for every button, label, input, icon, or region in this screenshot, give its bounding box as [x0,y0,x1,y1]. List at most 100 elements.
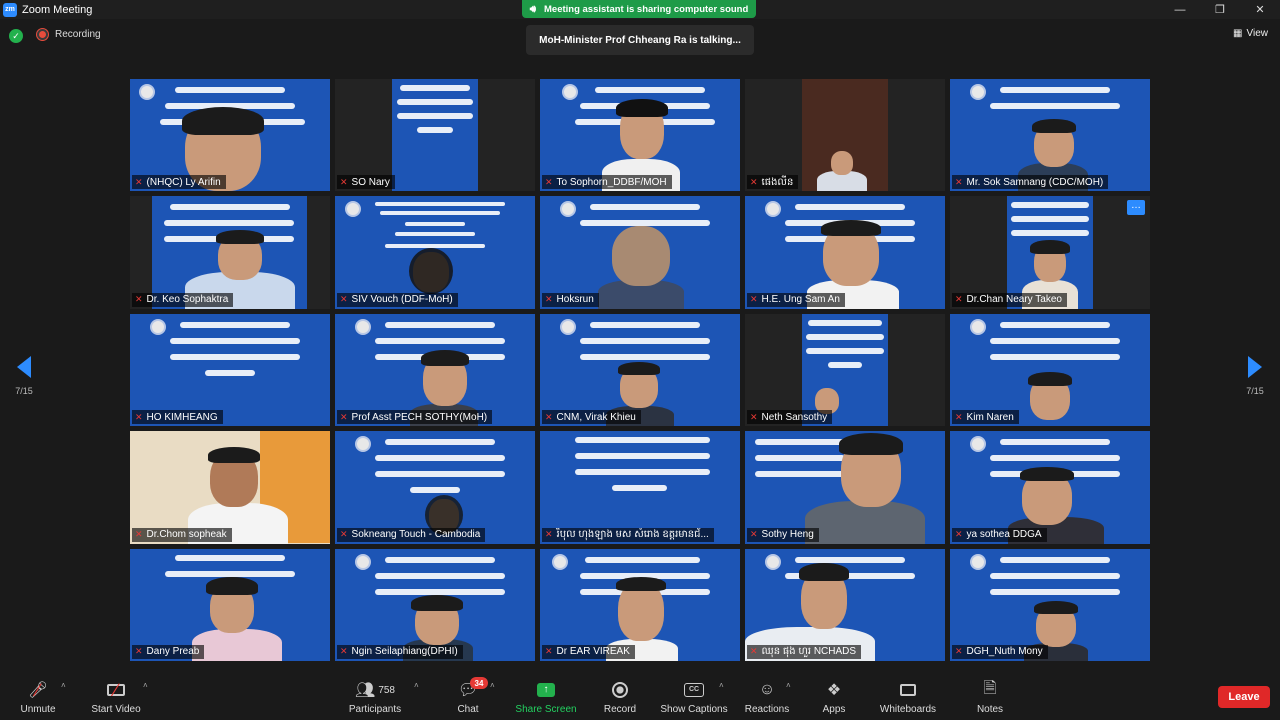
recording-indicator[interactable]: Recording [37,29,101,40]
video-tile[interactable]: ✕ Prof Asst PECH SOTHY(MoH) [335,313,535,427]
video-tile[interactable]: … ✕ Dr.Chan Neary Takeo [950,196,1150,309]
video-tile[interactable]: ✕ To Sophorn_DDBF/MOH [540,79,740,192]
ministry-emblem-icon [970,318,986,335]
muted-mic-icon: ✕ [340,294,348,305]
chevron-up-icon[interactable]: ˄ [61,681,66,690]
video-tile[interactable]: ✕ Neth Sansothy [745,313,945,427]
unmute-button[interactable]: 🎤︎ ∕ Unmute [14,679,62,716]
reactions-button[interactable]: ☺︎ Reactions [742,679,792,715]
participant-name: (NHQC) Ly Arifin [146,176,221,188]
slide-text-line [990,588,1120,595]
previous-page-nav[interactable]: 7/15 [9,356,39,396]
slide-text-line [580,353,710,360]
video-tile[interactable]: ✕ CNM, Virak Khieu [540,313,740,427]
more-options-icon[interactable]: … [1127,200,1145,216]
video-tile[interactable]: ✕ HO KIMHEANG [130,313,330,427]
slide-text-line [375,202,505,207]
unmute-label: Unmute [20,704,56,715]
chevron-up-icon[interactable]: ˄ [143,681,148,690]
slide-text-line [170,204,290,211]
video-tile[interactable]: ✕ Ngin Seilaphiang(DPHI) [335,548,535,661]
view-button[interactable]: ▦ View [1233,28,1268,39]
leave-button[interactable]: Leave [1218,686,1270,708]
slide-text-line [795,204,905,211]
chevron-up-icon[interactable]: ˄ [719,681,724,690]
start-video-button[interactable]: ∕ Start Video [86,679,146,716]
recording-dot-icon [37,29,48,40]
next-page-nav[interactable]: 7/15 [1240,356,1270,396]
recording-label: Recording [55,29,101,40]
muted-mic-icon: ✕ [135,176,143,187]
chevron-up-icon[interactable]: ˄ [414,681,419,690]
video-tile[interactable]: ✕ Dany Preab [130,548,330,661]
slide-text-line [397,113,473,119]
show-captions-label: Show Captions [660,704,728,715]
muted-mic-icon: ✕ [955,411,963,422]
participant-name: Dr.Chom sopheak [146,529,227,541]
participants-button[interactable]: 👥︎ 758 Participants [342,679,408,715]
slide-text-line [575,437,710,444]
participant-hair [1034,600,1078,614]
slide-text-line [375,455,505,462]
slide-text-line [1000,87,1110,93]
participant-name-tag: ✕ ya sothea DDGA [952,527,1047,542]
video-tile[interactable]: ✕ រិបុល ហុងឡាង មស សំរោង ឧត្តរមានជ័... [540,431,740,544]
video-tile[interactable]: ✕ ផេងលីន [745,79,945,192]
slide-text-line [170,353,300,360]
shield-check-icon[interactable]: ✓ [9,29,23,43]
slide-text-line [375,588,505,595]
video-tile[interactable]: ✕ SIV Vouch (DDF-MoH) [335,196,535,309]
video-tile[interactable]: ✕ Mr. Sok Samnang (CDC/MOH) [950,79,1150,192]
ministry-emblem-icon [355,318,371,335]
slide-text-line [385,556,495,563]
participant-hair [182,107,264,135]
chevron-up-icon[interactable]: ˄ [490,681,495,690]
record-label: Record [603,704,637,715]
video-tile[interactable]: ✕ Dr. Keo Sophaktra [130,196,330,309]
minimize-icon[interactable]: — [1160,0,1200,19]
video-feed [392,79,478,192]
slide-text-line [375,471,505,478]
slide-text-line [990,337,1120,344]
slide-text-line [755,439,845,446]
video-tile[interactable]: ✕ Sokneang Touch - Cambodia [335,431,535,544]
video-tile[interactable]: ✕ H.E. Ung Sam An [745,196,945,309]
participant-hair [618,361,660,375]
whiteboards-button[interactable]: Whiteboards [874,679,942,715]
participant-name: Dr EAR VIREAK [556,646,630,658]
maximize-icon[interactable]: ❐ [1200,0,1240,19]
sound-sharing-banner[interactable]: 🔊︎ Meeting assistant is sharing computer… [522,0,756,18]
participant-body [805,501,925,544]
slide-text-line [375,572,505,579]
slide-text-line [1000,439,1110,446]
video-tile[interactable]: ✕ Kim Naren [950,313,1150,427]
participant-name: Neth Sansothy [761,411,828,423]
arrow-left-icon[interactable] [17,356,31,378]
smiley-plus-icon: ☺︎ [758,681,776,698]
slide-text-line [590,321,700,328]
participant-name: ផេងលីន [761,176,794,188]
ministry-emblem-icon [970,436,986,453]
notes-button[interactable]: 🗎︎ Notes [970,679,1010,716]
video-tile[interactable]: ✕ (NHQC) Ly Arifin [130,79,330,192]
video-tile[interactable]: ✕ Dr EAR VIREAK [540,548,740,661]
video-tile[interactable]: ✕ ya sothea DDGA [950,431,1150,544]
muted-mic-icon: ✕ [545,294,553,305]
video-tile[interactable]: ✕ Sothy Heng [745,431,945,544]
share-screen-button[interactable]: ↑ Share Screen [514,679,578,715]
arrow-right-icon[interactable] [1248,356,1262,378]
chevron-up-icon[interactable]: ˄ [786,681,791,690]
video-tile[interactable]: ✕ DGH_Nuth Mony [950,548,1150,661]
video-tile[interactable]: ✕ Dr.Chom sopheak [130,431,330,544]
participant-hair [208,447,260,464]
apps-button[interactable]: ❖ Apps [814,679,854,715]
video-tile[interactable]: ✕ ឈុន ផុង ហួរ NCHADS [745,548,945,661]
muted-mic-icon: ✕ [750,294,758,305]
record-button[interactable]: Record [598,679,642,715]
video-tile[interactable]: ✕ SO Nary [335,79,535,192]
close-icon[interactable]: ✕ [1240,0,1280,19]
participant-hair [1032,119,1076,133]
video-tile[interactable]: ✕ Hoksrun [540,196,740,309]
slide-text-line [755,471,845,478]
chat-unread-badge: 34 [470,677,488,689]
